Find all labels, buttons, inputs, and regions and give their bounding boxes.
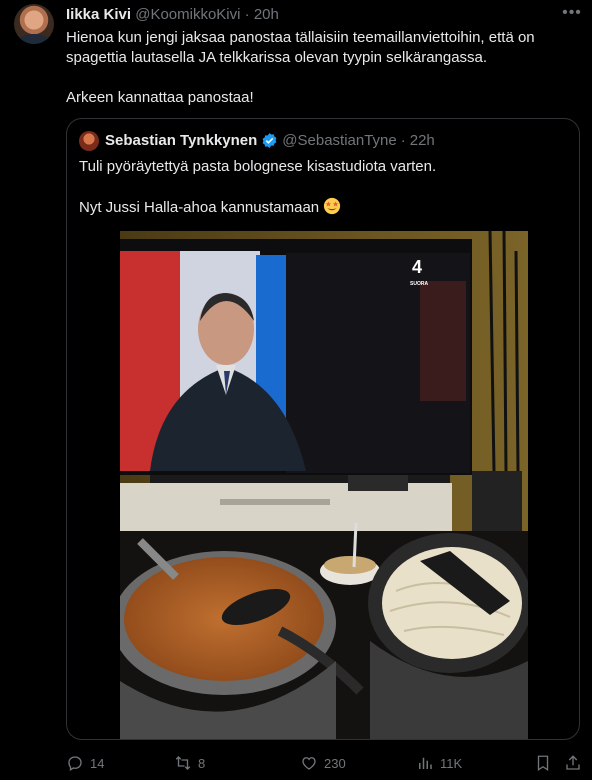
- quoted-tweet-text: Tuli pyöräytettyä pasta bolognese kisast…: [79, 157, 569, 218]
- tweet-text-line: [66, 68, 576, 88]
- more-icon[interactable]: •••: [560, 4, 584, 24]
- views-button[interactable]: 11K: [416, 752, 462, 774]
- quoted-text-line-with-emoji: Nyt Jussi Halla-ahoa kannustamaan: [79, 197, 569, 218]
- like-count: 230: [324, 755, 346, 771]
- share-button[interactable]: [564, 752, 588, 774]
- quoted-tweet-header: Sebastian Tynkkynen @SebastianTyne · 22h: [105, 132, 435, 149]
- quoted-separator: ·: [400, 132, 406, 149]
- quoted-media-photo[interactable]: 4 SUORA: [120, 231, 528, 739]
- bookmark-icon: [537, 755, 549, 772]
- share-icon: [566, 755, 580, 770]
- quoted-author-name: Sebastian Tynkkynen: [105, 132, 258, 149]
- photo-tv-and-pasta: 4 SUORA: [120, 231, 528, 739]
- star-struck-emoji: [324, 197, 341, 215]
- retweet-count: 8: [198, 755, 206, 771]
- tweet-timestamp[interactable]: 20h: [254, 6, 279, 23]
- like-button[interactable]: 230: [300, 752, 346, 774]
- reply-icon: [68, 756, 82, 771]
- bookmark-button[interactable]: [534, 752, 558, 774]
- author-avatar[interactable]: [14, 4, 54, 44]
- author-handle[interactable]: @KoomikkoKivi: [135, 6, 240, 23]
- tweet-text-line: Hienoa kun jengi jaksaa panostaa tällais…: [66, 29, 535, 66]
- tweet-text-line: Arkeen kannattaa panostaa!: [66, 89, 254, 106]
- quoted-text-line: Tuli pyöräytettyä pasta bolognese kisast…: [79, 158, 437, 175]
- tweet-header: Iikka Kivi @KoomikkoKivi · 20h: [66, 6, 279, 23]
- retweet-button[interactable]: 8: [174, 752, 205, 774]
- reply-count: 14: [90, 755, 105, 771]
- tweet-text: Hienoa kun jengi jaksaa panostaa tällais…: [66, 28, 576, 108]
- views-icon: [419, 757, 432, 769]
- quoted-text-line: Nyt Jussi Halla-ahoa kannustamaan: [79, 199, 320, 216]
- author-name[interactable]: Iikka Kivi: [66, 6, 131, 23]
- quoted-author-handle: @SebastianTyne: [282, 132, 397, 149]
- like-icon: [302, 757, 316, 770]
- quoted-tweet[interactable]: Sebastian Tynkkynen @SebastianTyne · 22h…: [66, 118, 580, 740]
- reply-button[interactable]: 14: [66, 752, 104, 774]
- retweet-icon: [175, 756, 191, 770]
- avatar-shirt: [18, 34, 50, 44]
- tv-channel-label: SUORA: [410, 281, 428, 287]
- quoted-text-line: [79, 177, 569, 197]
- tv-channel-number: 4: [412, 257, 422, 277]
- quoted-author-avatar: [79, 131, 99, 151]
- quoted-timestamp: 22h: [409, 132, 435, 149]
- verified-icon: [262, 133, 277, 148]
- views-count: 11K: [440, 755, 463, 771]
- action-bar: 14 8 230 11K: [66, 752, 580, 774]
- header-separator: ·: [244, 6, 250, 23]
